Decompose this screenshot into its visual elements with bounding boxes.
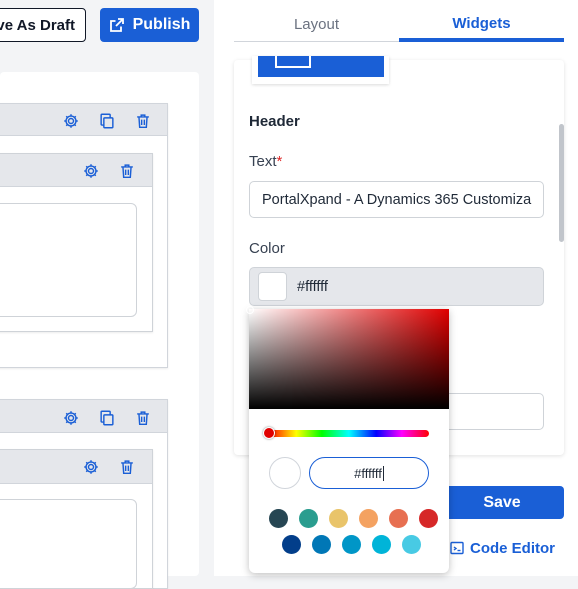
code-editor-icon [450,541,464,555]
external-link-icon [109,17,125,33]
panel-scrollbar[interactable] [559,124,564,242]
layout-preview-icon [275,56,311,68]
widget-content-area[interactable] [0,203,137,317]
tab-layout-label: Layout [293,16,340,33]
text-field-label: Text* [249,153,282,170]
code-editor-link[interactable]: Code Editor [450,538,564,558]
save-label: Save [483,493,521,511]
gear-icon[interactable] [81,161,101,181]
gear-icon[interactable] [61,408,81,428]
trash-icon[interactable] [133,408,153,428]
publish-label: Publish [132,16,191,33]
tab-widgets-label: Widgets [452,14,511,32]
save-as-draft-label: ve As Draft [0,16,75,34]
swatch-row [269,509,438,528]
trash-icon[interactable] [117,161,137,181]
saturation-area[interactable] [249,309,449,409]
gear-icon[interactable] [81,457,101,477]
obscured-input[interactable] [440,393,544,430]
color-swatch-dot[interactable] [269,509,288,528]
color-swatch-dot[interactable] [342,535,361,554]
gear-icon[interactable] [61,111,81,131]
color-swatch-dot[interactable] [329,509,348,528]
color-swatch-dot[interactable] [372,535,391,554]
copy-icon[interactable] [97,408,117,428]
color-swatch-dot[interactable] [359,509,378,528]
tab-layout[interactable]: Layout [234,8,399,42]
code-editor-label: Code Editor [470,539,555,557]
color-swatch-dot[interactable] [312,535,331,554]
hex-input[interactable]: #ffffff [309,457,429,489]
header-text-value: PortalXpand - A Dynamics 365 Customiza [262,191,532,208]
color-swatch-dot[interactable] [389,509,408,528]
trash-icon[interactable] [117,457,137,477]
color-field-label: Color [249,240,285,257]
save-button[interactable]: Save [440,486,564,519]
header-text-input[interactable]: PortalXpand - A Dynamics 365 Customiza [249,181,544,218]
color-swatch[interactable] [258,272,287,301]
color-input[interactable]: #ffffff [249,267,544,306]
publish-button[interactable]: Publish [100,8,199,42]
copy-icon[interactable] [97,111,117,131]
saturation-handle[interactable] [246,306,254,314]
color-swatch-dot[interactable] [419,509,438,528]
trash-icon[interactable] [133,111,153,131]
tab-widgets[interactable]: Widgets [399,8,564,42]
color-swatch-dot[interactable] [299,509,318,528]
text-label: Text [249,153,277,170]
swatch-row [282,535,421,554]
text-cursor [382,465,384,481]
hue-slider[interactable] [269,430,429,437]
color-swatch-dot[interactable] [402,535,421,554]
hex-value: #ffffff [354,465,382,481]
color-swatch-dot[interactable] [282,535,301,554]
save-as-draft-button[interactable]: ve As Draft [0,8,86,42]
required-marker: * [276,153,283,170]
section-title: Header [249,113,300,130]
hue-slider-handle[interactable] [263,427,275,439]
color-value: #ffffff [297,278,328,295]
color-preview [269,457,301,489]
